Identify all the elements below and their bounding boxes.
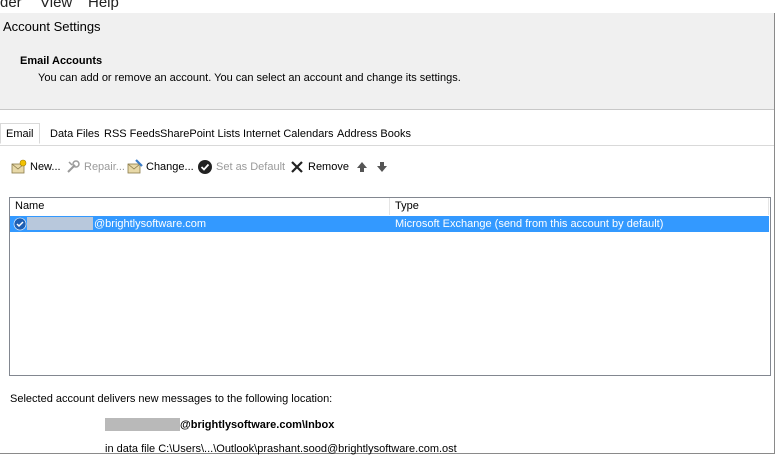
delivery-location-path: @brightlysoftware.com\Inbox xyxy=(180,418,335,431)
move-down-button[interactable] xyxy=(374,158,393,176)
delivery-location: @brightlysoftware.com\Inbox xyxy=(105,418,334,431)
redacted-username xyxy=(27,217,93,230)
tab-internet-calendars[interactable]: Internet Calendars xyxy=(243,128,334,140)
account-name-cell: @brightlysoftware.com xyxy=(10,216,390,232)
change-button-label: Change... xyxy=(146,161,194,173)
account-toolbar: New... Repair... Change... Set as Defaul… xyxy=(0,156,774,178)
header-title: Email Accounts xyxy=(20,55,103,67)
dialog-header: Email Accounts You can add or remove an … xyxy=(0,41,774,110)
tab-data-files[interactable]: Data Files xyxy=(50,128,100,140)
account-row[interactable]: @brightlysoftware.com Microsoft Exchange… xyxy=(10,216,769,232)
menu-item-view[interactable]: View xyxy=(40,0,72,11)
header-description: You can add or remove an account. You ca… xyxy=(38,72,461,84)
dialog-titlebar: Account Settings xyxy=(0,13,774,41)
tab-address-books[interactable]: Address Books xyxy=(337,128,411,140)
menu-item-help[interactable]: Help xyxy=(88,0,119,11)
redacted-username xyxy=(105,418,180,431)
tab-sharepoint-lists[interactable]: SharePoint Lists xyxy=(160,128,240,140)
tab-rss-feeds[interactable]: RSS Feeds xyxy=(104,128,160,140)
column-header-type[interactable]: Type xyxy=(390,198,769,215)
check-circle-icon xyxy=(197,159,213,175)
arrow-down-icon xyxy=(374,159,390,175)
repair-icon xyxy=(65,159,81,175)
remove-button-label: Remove xyxy=(308,161,349,173)
repair-button-label: Repair... xyxy=(84,161,125,173)
change-account-icon xyxy=(127,159,143,175)
arrow-up-icon xyxy=(354,159,370,175)
menubar: der View Help xyxy=(0,0,776,13)
tab-email[interactable]: Email xyxy=(0,123,40,144)
remove-button[interactable]: Remove xyxy=(289,158,349,176)
dialog-title: Account Settings xyxy=(3,19,101,34)
new-button-label: New... xyxy=(30,161,61,173)
move-up-button[interactable] xyxy=(354,158,373,176)
change-button[interactable]: Change... xyxy=(127,158,194,176)
new-button[interactable]: New... xyxy=(11,158,61,176)
menu-item-folder[interactable]: der xyxy=(0,0,22,11)
set-as-default-label: Set as Default xyxy=(216,161,286,173)
dialog-body: Email Data Files RSS Feeds SharePoint Li… xyxy=(0,110,774,455)
account-settings-dialog: Account Settings Email Accounts You can … xyxy=(0,13,775,455)
repair-button[interactable]: Repair... xyxy=(65,158,125,176)
tab-strip: Email Data Files RSS Feeds SharePoint Li… xyxy=(0,123,774,146)
remove-x-icon xyxy=(289,159,305,175)
column-header-name[interactable]: Name xyxy=(10,198,390,215)
account-type-cell: Microsoft Exchange (send from this accou… xyxy=(395,218,664,230)
delivery-label: Selected account delivers new messages t… xyxy=(10,393,333,405)
accounts-list[interactable]: Name Type @brightlysoftware.com Microsof… xyxy=(9,197,771,376)
set-as-default-button[interactable]: Set as Default xyxy=(197,158,285,176)
default-account-check-icon xyxy=(13,217,27,231)
account-email: @brightlysoftware.com xyxy=(94,218,207,230)
new-account-icon xyxy=(11,159,27,175)
data-file-path: in data file C:\Users\...\Outlook\prasha… xyxy=(105,443,457,455)
